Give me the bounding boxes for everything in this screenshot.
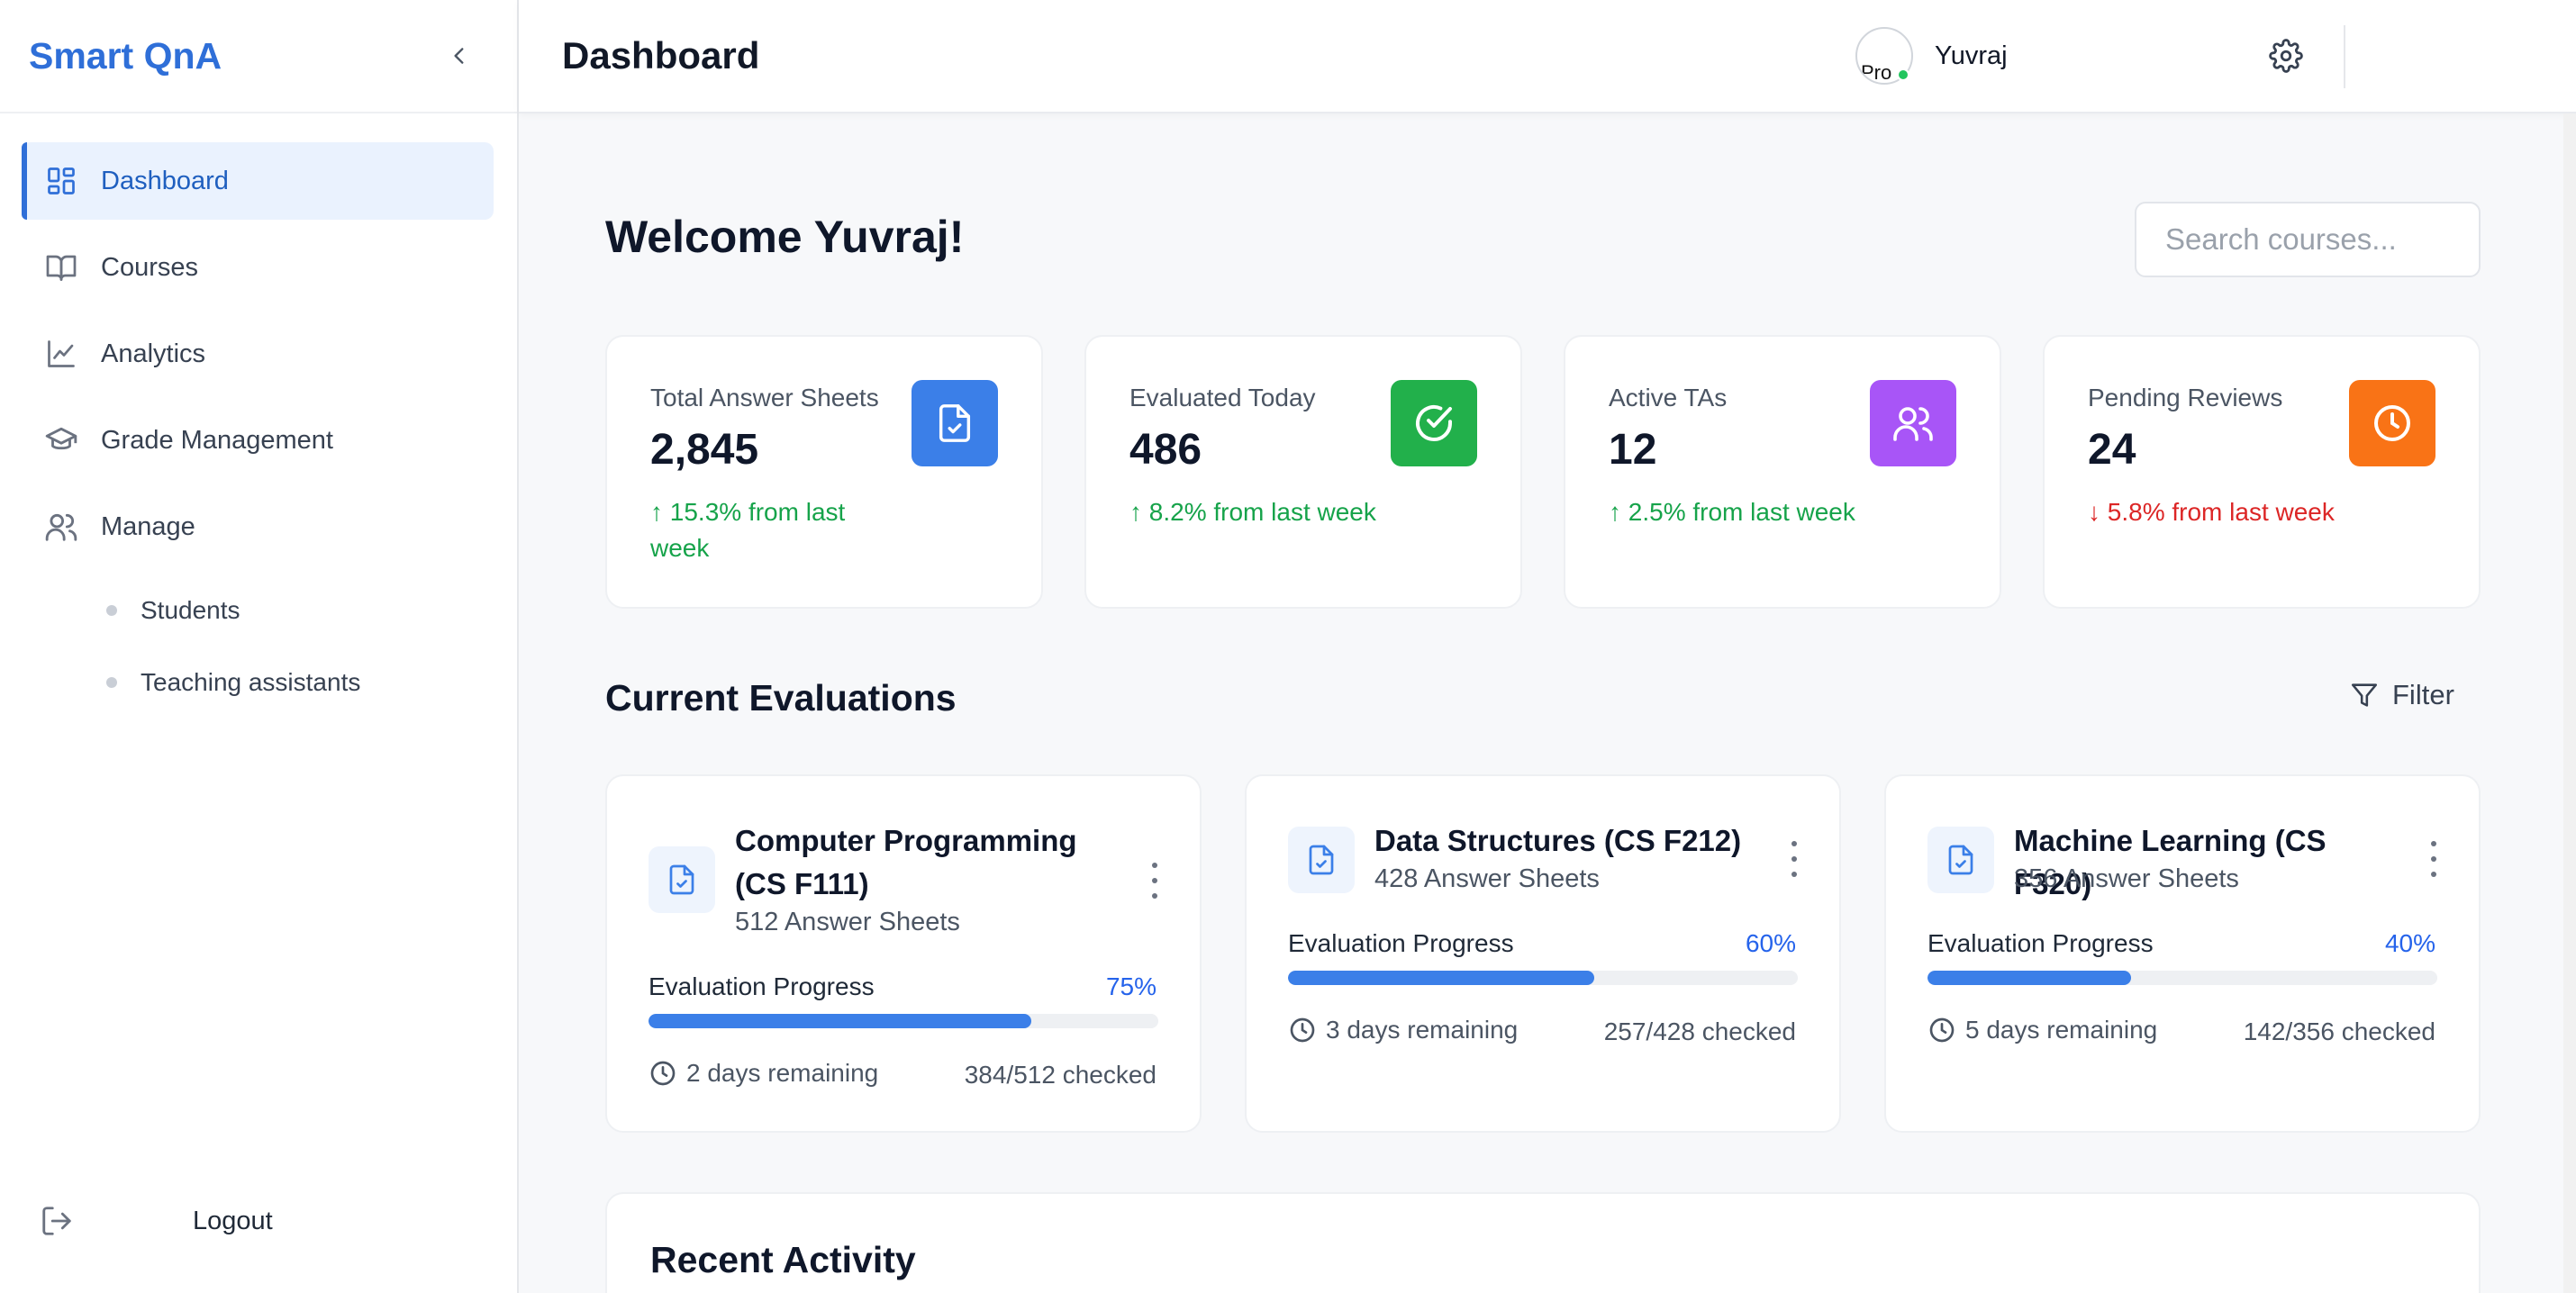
progress-percent: 60%	[1745, 929, 1796, 957]
sidebar-item-label: Manage	[101, 511, 195, 541]
document-check-icon	[649, 846, 715, 913]
logout-icon	[42, 1207, 71, 1235]
document-check-icon	[1927, 827, 1994, 893]
evaluation-card[interactable]: Computer Programming (CS F111) 512 Answe…	[605, 774, 1202, 1133]
days-remaining: 3 days remaining	[1288, 1016, 1518, 1044]
sidebar-item-label: Grade Management	[101, 425, 333, 455]
gear-icon	[2269, 39, 2303, 73]
progress-bar	[649, 1014, 1158, 1028]
progress-fill	[649, 1014, 1031, 1028]
scrollbar[interactable]	[2563, 113, 2576, 1293]
more-options-button[interactable]	[2425, 841, 2443, 877]
sidebar-item-manage[interactable]: Manage	[22, 488, 494, 565]
stat-change: ↑ 8.2% from last week	[1129, 498, 1376, 526]
settings-button[interactable]	[2264, 34, 2308, 77]
progress-bar	[1288, 971, 1798, 985]
sidebar-item-analytics[interactable]: Analytics	[22, 315, 494, 393]
progress-label: Evaluation Progress	[649, 972, 875, 1000]
recent-activity-card: Recent Activity	[605, 1192, 2481, 1293]
filter-label: Filter	[2392, 679, 2454, 710]
current-evaluations-heading: Current Evaluations	[605, 677, 957, 719]
days-remaining: 2 days remaining	[649, 1059, 878, 1088]
checked-count: 257/428 checked	[1603, 1017, 1796, 1045]
progress-fill	[1927, 971, 2132, 985]
progress-percent: 75%	[1105, 972, 1156, 1000]
logout-label: Logout	[193, 1206, 273, 1235]
sidebar-nav: Dashboard Courses Analytics Grade Manage…	[0, 113, 517, 719]
days-remaining-text: 2 days remaining	[686, 1059, 879, 1087]
users-icon	[1870, 380, 1956, 466]
answer-sheet-count: 428 Answer Sheets	[1374, 864, 1600, 893]
sidebar: Smart QnA Dashboard Courses Analytics Gr…	[0, 0, 519, 1293]
days-remaining-text: 5 days remaining	[1965, 1016, 2158, 1044]
days-remaining-text: 3 days remaining	[1326, 1016, 1519, 1044]
clock-icon	[1927, 1016, 1956, 1044]
sidebar-item-label: Courses	[101, 252, 198, 282]
logout-button[interactable]: Logout	[40, 1194, 490, 1248]
checked-count: 384/512 checked	[964, 1061, 1156, 1089]
online-status-dot	[1897, 68, 1909, 81]
recent-activity-heading: Recent Activity	[650, 1239, 916, 1280]
filter-icon	[2349, 680, 2380, 710]
evaluation-card[interactable]: Data Structures (CS F212) 428 Answer She…	[1245, 774, 1841, 1133]
line-chart-icon	[43, 336, 79, 372]
book-open-icon	[43, 249, 79, 285]
more-options-button[interactable]	[1785, 841, 1803, 877]
checked-count: 142/356 checked	[2243, 1017, 2435, 1045]
stat-card-pending-reviews: Pending Reviews 24 ↓ 5.8% from last week	[2043, 335, 2481, 609]
sidebar-subitem-label: Students	[141, 596, 240, 624]
course-title: Computer Programming (CS F111)	[735, 824, 1077, 900]
stat-change: ↑ 2.5% from last week	[1609, 498, 1855, 526]
stat-change: ↑ 15.3% from last week	[650, 498, 846, 562]
sidebar-item-label: Analytics	[101, 339, 206, 368]
clock-icon	[649, 1059, 677, 1088]
graduation-cap-icon	[43, 422, 79, 458]
users-icon	[43, 509, 79, 545]
topbar: Dashboard	[519, 0, 2576, 113]
sidebar-item-dashboard[interactable]: Dashboard	[22, 142, 494, 220]
more-options-button[interactable]	[1146, 863, 1164, 899]
course-title: Data Structures (CS F212)	[1374, 824, 1742, 857]
clock-icon	[1288, 1016, 1317, 1044]
brand-logo[interactable]: Smart QnA	[29, 35, 222, 77]
days-remaining: 5 days remaining	[1927, 1016, 2157, 1044]
search-box[interactable]	[2135, 202, 2548, 277]
brand-row: Smart QnA	[0, 0, 517, 113]
sidebar-item-grade-management[interactable]: Grade Management	[22, 402, 494, 479]
bullet-dot	[106, 677, 117, 688]
sidebar-item-courses[interactable]: Courses	[22, 229, 494, 306]
sidebar-item-label: Dashboard	[101, 166, 229, 195]
stat-card-total-answer-sheets: Total Answer Sheets 2,845 ↑ 15.3% from l…	[605, 335, 1043, 609]
collapse-sidebar-button[interactable]	[441, 38, 477, 74]
avatar-alt-text: Pro	[1861, 61, 1892, 84]
page-title: Dashboard	[562, 34, 760, 77]
sidebar-subitem-teaching-assistants[interactable]: Teaching assistants	[0, 646, 517, 719]
bullet-dot	[106, 605, 117, 616]
progress-bar	[1927, 971, 2437, 985]
sidebar-subitem-label: Teaching assistants	[141, 668, 361, 696]
chevron-left-icon	[454, 48, 464, 64]
clock-icon	[2349, 380, 2435, 466]
answer-sheet-count: 512 Answer Sheets	[735, 908, 960, 936]
stat-change: ↓ 5.8% from last week	[2088, 498, 2335, 526]
topbar-divider	[2344, 25, 2345, 88]
search-input[interactable]	[2165, 222, 2548, 257]
progress-label: Evaluation Progress	[1288, 929, 1514, 957]
evaluation-card[interactable]: Machine Learning (CS F320) 356 Answer Sh…	[1884, 774, 2481, 1133]
stat-card-active-tas: Active TAs 12 ↑ 2.5% from last week	[1564, 335, 2001, 609]
welcome-heading: Welcome Yuvraj!	[605, 212, 965, 262]
document-check-icon	[912, 380, 998, 466]
dashboard-grid-icon	[43, 163, 79, 199]
stat-card-evaluated-today: Evaluated Today 486 ↑ 8.2% from last wee…	[1084, 335, 1522, 609]
sidebar-subitem-students[interactable]: Students	[0, 574, 517, 646]
document-check-icon	[1288, 827, 1355, 893]
answer-sheet-count: 356 Answer Sheets	[2014, 864, 2239, 893]
progress-percent: 40%	[2384, 929, 2435, 957]
progress-label: Evaluation Progress	[1927, 929, 2154, 957]
progress-fill	[1288, 971, 1594, 985]
check-circle-icon	[1391, 380, 1477, 466]
user-name[interactable]: Yuvraj	[1935, 41, 2008, 71]
filter-button[interactable]: Filter	[2349, 679, 2454, 711]
